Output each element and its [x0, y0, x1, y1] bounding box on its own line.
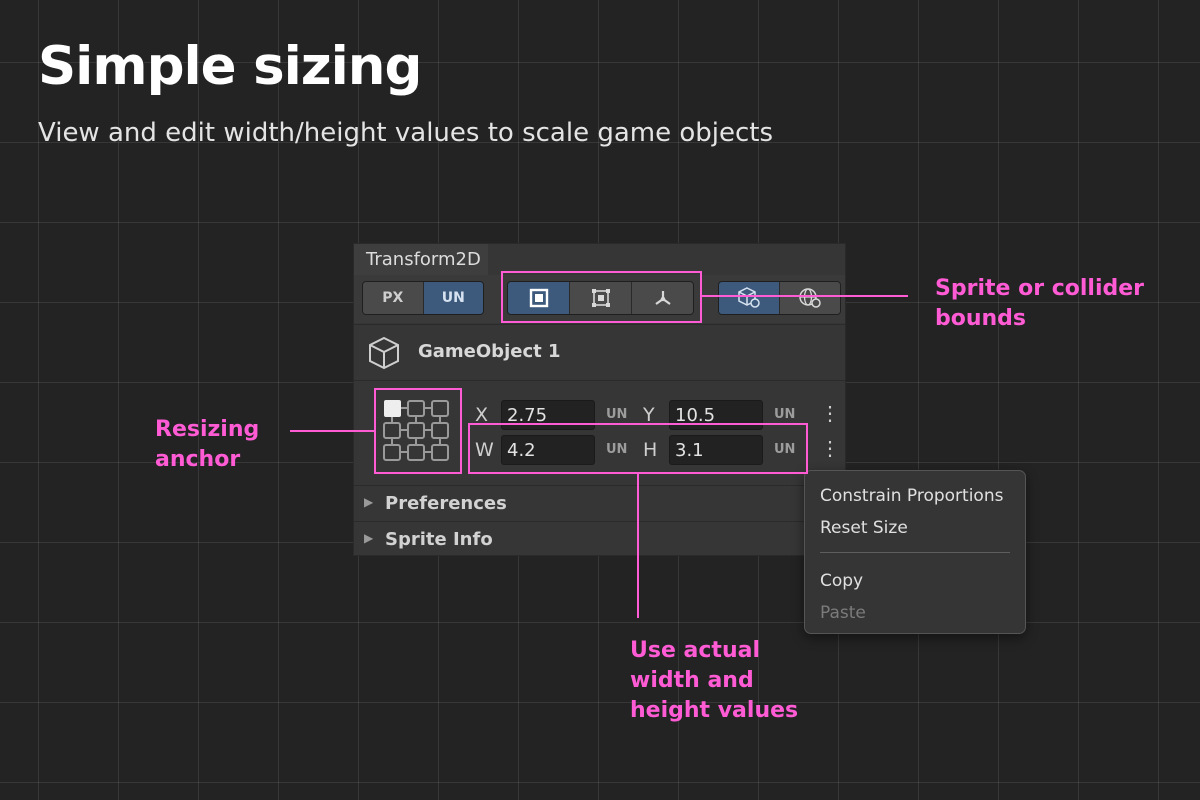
- game-object-name: GameObject 1: [418, 341, 561, 362]
- space-mode-toggle: [718, 281, 841, 315]
- menu-item-reset-size[interactable]: Reset Size: [820, 518, 908, 538]
- world-space-button[interactable]: [780, 282, 840, 314]
- bounds-highlight-box: [501, 271, 702, 323]
- size-callout-text: Use actual width and height values: [630, 638, 799, 723]
- size-context-menu: Constrain Proportions Reset Size Copy Pa…: [804, 470, 1026, 634]
- section-sprite-info[interactable]: ▶ Sprite Info: [354, 521, 845, 556]
- menu-separator: [820, 552, 1010, 553]
- size-more-button[interactable]: ⋮: [820, 439, 840, 459]
- size-callout-line: [637, 474, 639, 618]
- section-label: Sprite Info: [385, 529, 493, 550]
- size-highlight-box: [468, 423, 808, 474]
- menu-item-constrain-proportions[interactable]: Constrain Proportions: [820, 486, 1003, 506]
- section-preferences[interactable]: ▶ Preferences: [354, 485, 845, 520]
- menu-item-copy[interactable]: Copy: [820, 571, 863, 591]
- page-title: Simple sizing: [38, 36, 422, 97]
- local-space-button[interactable]: [719, 282, 780, 314]
- x-unit: UN: [606, 407, 628, 422]
- anchor-callout-line: [290, 430, 374, 432]
- world-space-icon: [799, 288, 821, 308]
- un-unit-button[interactable]: UN: [423, 282, 483, 314]
- game-object-row: GameObject 1: [354, 324, 845, 381]
- anchor-callout-text: Resizing anchor: [155, 417, 260, 472]
- bounds-callout-line: [702, 295, 908, 297]
- position-more-button[interactable]: ⋮: [820, 404, 840, 424]
- menu-item-paste: Paste: [820, 603, 866, 623]
- y-unit: UN: [774, 407, 796, 422]
- local-space-icon: [738, 287, 760, 308]
- expand-triangle-icon: ▶: [364, 531, 374, 545]
- panel-tab-title[interactable]: Transform2D: [354, 244, 488, 275]
- anchor-highlight-box: [374, 388, 462, 474]
- unit-toggle: PX UN: [362, 281, 484, 315]
- cube-icon: [369, 336, 399, 370]
- page-subtitle: View and edit width/height values to sca…: [38, 118, 774, 148]
- px-unit-button[interactable]: PX: [363, 282, 424, 314]
- expand-triangle-icon: ▶: [364, 495, 374, 509]
- section-label: Preferences: [385, 493, 507, 514]
- bounds-callout-text: Sprite or collider bounds: [935, 276, 1144, 331]
